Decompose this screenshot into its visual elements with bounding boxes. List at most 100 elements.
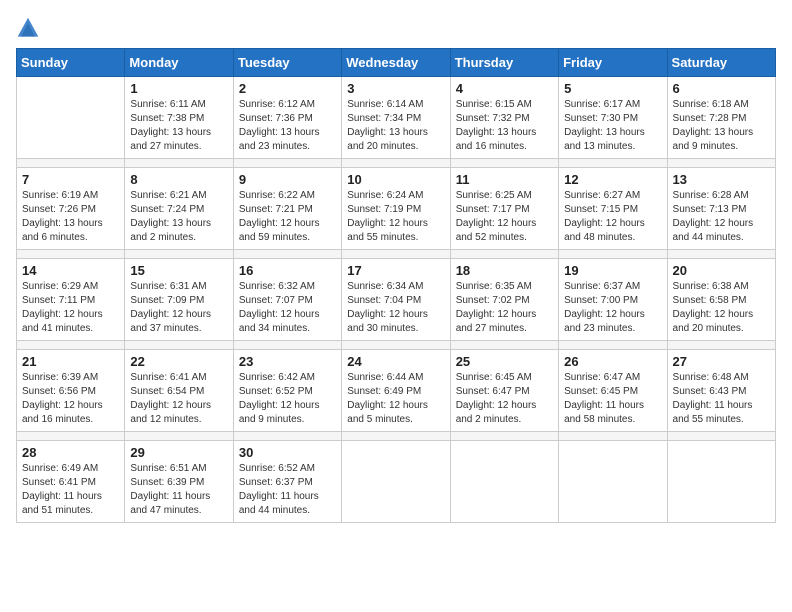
calendar-cell: 21Sunrise: 6:39 AM Sunset: 6:56 PM Dayli… (17, 350, 125, 432)
day-info: Sunrise: 6:45 AM Sunset: 6:47 PM Dayligh… (456, 371, 553, 427)
calendar-cell: 11 Sunrise: 6:25 AM Sunset: 7:17 PM Dayli… (450, 168, 558, 250)
calendar-cell: 16 Sunrise: 6:32 AM Sunset: 7:07 PM Dayli… (233, 259, 341, 341)
calendar-cell: 27Sunrise: 6:48 AM Sunset: 6:43 PM Dayli… (667, 350, 775, 432)
day-number: 11 (456, 172, 553, 187)
day-number: 10 (347, 172, 444, 187)
day-info: Sunrise: 6:21 AM Sunset: 7:24 PM Dayligh… (130, 189, 227, 245)
day-number: 12 (564, 172, 661, 187)
calendar-cell: 12 Sunrise: 6:27 AM Sunset: 7:15 PM Dayli… (559, 168, 667, 250)
day-info: Sunrise: 6:48 AM Sunset: 6:43 PM Dayligh… (673, 371, 770, 427)
day-number: 24 (347, 354, 444, 369)
calendar-cell: 26 Sunrise: 6:47 AM Sunset: 6:45 PM Dayli… (559, 350, 667, 432)
weekday-header-monday: Monday (125, 49, 233, 77)
day-number: 8 (130, 172, 227, 187)
day-number: 23 (239, 354, 336, 369)
calendar-week-2: 7 Sunrise: 6:19 AM Sunset: 7:26 PM Daylig… (17, 168, 776, 250)
day-number: 5 (564, 81, 661, 96)
day-info: Sunrise: 6:37 AM Sunset: 7:00 PM Dayligh… (564, 280, 661, 336)
calendar-cell: 3 Sunrise: 6:14 AM Sunset: 7:34 PM Daylig… (342, 77, 450, 159)
row-spacer (17, 432, 776, 441)
row-spacer (17, 159, 776, 168)
calendar-cell: 8 Sunrise: 6:21 AM Sunset: 7:24 PM Daylig… (125, 168, 233, 250)
calendar-cell: 6 Sunrise: 6:18 AM Sunset: 7:28 PM Daylig… (667, 77, 775, 159)
calendar-week-1: 1Sunrise: 6:11 AM Sunset: 7:38 PM Daylig… (17, 77, 776, 159)
day-info: Sunrise: 6:11 AM Sunset: 7:38 PM Dayligh… (130, 98, 227, 154)
day-info: Sunrise: 6:19 AM Sunset: 7:26 PM Dayligh… (22, 189, 119, 245)
page-header (16, 16, 776, 40)
calendar-cell: 1Sunrise: 6:11 AM Sunset: 7:38 PM Daylig… (125, 77, 233, 159)
calendar-cell: 28 Sunrise: 6:49 AM Sunset: 6:41 PM Dayli… (17, 441, 125, 523)
calendar-cell: 23Sunrise: 6:42 AM Sunset: 6:52 PM Dayli… (233, 350, 341, 432)
day-number: 15 (130, 263, 227, 278)
day-number: 16 (239, 263, 336, 278)
day-info: Sunrise: 6:39 AM Sunset: 6:56 PM Dayligh… (22, 371, 119, 427)
day-info: Sunrise: 6:34 AM Sunset: 7:04 PM Dayligh… (347, 280, 444, 336)
day-info: Sunrise: 6:51 AM Sunset: 6:39 PM Dayligh… (130, 462, 227, 518)
day-number: 3 (347, 81, 444, 96)
row-spacer (17, 250, 776, 259)
calendar-cell: 9Sunrise: 6:22 AM Sunset: 7:21 PM Daylig… (233, 168, 341, 250)
calendar-table: SundayMondayTuesdayWednesdayThursdayFrid… (16, 48, 776, 523)
day-number: 14 (22, 263, 119, 278)
day-info: Sunrise: 6:47 AM Sunset: 6:45 PM Dayligh… (564, 371, 661, 427)
day-number: 7 (22, 172, 119, 187)
day-info: Sunrise: 6:41 AM Sunset: 6:54 PM Dayligh… (130, 371, 227, 427)
calendar-cell: 24Sunrise: 6:44 AM Sunset: 6:49 PM Dayli… (342, 350, 450, 432)
day-info: Sunrise: 6:25 AM Sunset: 7:17 PM Dayligh… (456, 189, 553, 245)
calendar-week-5: 28 Sunrise: 6:49 AM Sunset: 6:41 PM Dayli… (17, 441, 776, 523)
day-number: 2 (239, 81, 336, 96)
day-number: 28 (22, 445, 119, 460)
calendar-cell: 25 Sunrise: 6:45 AM Sunset: 6:47 PM Dayli… (450, 350, 558, 432)
weekday-header-friday: Friday (559, 49, 667, 77)
weekday-header-wednesday: Wednesday (342, 49, 450, 77)
calendar-cell: 7 Sunrise: 6:19 AM Sunset: 7:26 PM Daylig… (17, 168, 125, 250)
calendar-cell: 29Sunrise: 6:51 AM Sunset: 6:39 PM Dayli… (125, 441, 233, 523)
day-info: Sunrise: 6:24 AM Sunset: 7:19 PM Dayligh… (347, 189, 444, 245)
row-spacer (17, 341, 776, 350)
day-info: Sunrise: 6:52 AM Sunset: 6:37 PM Dayligh… (239, 462, 336, 518)
day-number: 13 (673, 172, 770, 187)
day-info: Sunrise: 6:27 AM Sunset: 7:15 PM Dayligh… (564, 189, 661, 245)
day-number: 20 (673, 263, 770, 278)
day-number: 22 (130, 354, 227, 369)
day-info: Sunrise: 6:28 AM Sunset: 7:13 PM Dayligh… (673, 189, 770, 245)
day-number: 17 (347, 263, 444, 278)
calendar-body: 1Sunrise: 6:11 AM Sunset: 7:38 PM Daylig… (17, 77, 776, 523)
calendar-cell: 10 Sunrise: 6:24 AM Sunset: 7:19 PM Dayli… (342, 168, 450, 250)
day-info: Sunrise: 6:17 AM Sunset: 7:30 PM Dayligh… (564, 98, 661, 154)
calendar-cell (559, 441, 667, 523)
day-number: 25 (456, 354, 553, 369)
calendar-cell: 17 Sunrise: 6:34 AM Sunset: 7:04 PM Dayli… (342, 259, 450, 341)
calendar-cell (450, 441, 558, 523)
logo-icon (16, 16, 40, 40)
day-info: Sunrise: 6:49 AM Sunset: 6:41 PM Dayligh… (22, 462, 119, 518)
calendar-cell: 5 Sunrise: 6:17 AM Sunset: 7:30 PM Daylig… (559, 77, 667, 159)
calendar-cell: 22 Sunrise: 6:41 AM Sunset: 6:54 PM Dayli… (125, 350, 233, 432)
day-number: 6 (673, 81, 770, 96)
calendar-week-4: 21Sunrise: 6:39 AM Sunset: 6:56 PM Dayli… (17, 350, 776, 432)
day-info: Sunrise: 6:12 AM Sunset: 7:36 PM Dayligh… (239, 98, 336, 154)
day-info: Sunrise: 6:18 AM Sunset: 7:28 PM Dayligh… (673, 98, 770, 154)
day-number: 26 (564, 354, 661, 369)
calendar-cell (342, 441, 450, 523)
day-info: Sunrise: 6:15 AM Sunset: 7:32 PM Dayligh… (456, 98, 553, 154)
calendar-cell: 14Sunrise: 6:29 AM Sunset: 7:11 PM Dayli… (17, 259, 125, 341)
day-number: 18 (456, 263, 553, 278)
calendar-cell: 18 Sunrise: 6:35 AM Sunset: 7:02 PM Dayli… (450, 259, 558, 341)
calendar-cell: 20 Sunrise: 6:38 AM Sunset: 6:58 PM Dayli… (667, 259, 775, 341)
weekday-header-saturday: Saturday (667, 49, 775, 77)
calendar-header: SundayMondayTuesdayWednesdayThursdayFrid… (17, 49, 776, 77)
day-info: Sunrise: 6:31 AM Sunset: 7:09 PM Dayligh… (130, 280, 227, 336)
day-info: Sunrise: 6:14 AM Sunset: 7:34 PM Dayligh… (347, 98, 444, 154)
day-info: Sunrise: 6:38 AM Sunset: 6:58 PM Dayligh… (673, 280, 770, 336)
day-number: 30 (239, 445, 336, 460)
calendar-cell (17, 77, 125, 159)
calendar-cell: 13 Sunrise: 6:28 AM Sunset: 7:13 PM Dayli… (667, 168, 775, 250)
weekday-row: SundayMondayTuesdayWednesdayThursdayFrid… (17, 49, 776, 77)
calendar-cell: 19Sunrise: 6:37 AM Sunset: 7:00 PM Dayli… (559, 259, 667, 341)
day-info: Sunrise: 6:32 AM Sunset: 7:07 PM Dayligh… (239, 280, 336, 336)
day-info: Sunrise: 6:35 AM Sunset: 7:02 PM Dayligh… (456, 280, 553, 336)
calendar-cell: 2 Sunrise: 6:12 AM Sunset: 7:36 PM Daylig… (233, 77, 341, 159)
calendar-cell: 30 Sunrise: 6:52 AM Sunset: 6:37 PM Dayli… (233, 441, 341, 523)
day-info: Sunrise: 6:22 AM Sunset: 7:21 PM Dayligh… (239, 189, 336, 245)
